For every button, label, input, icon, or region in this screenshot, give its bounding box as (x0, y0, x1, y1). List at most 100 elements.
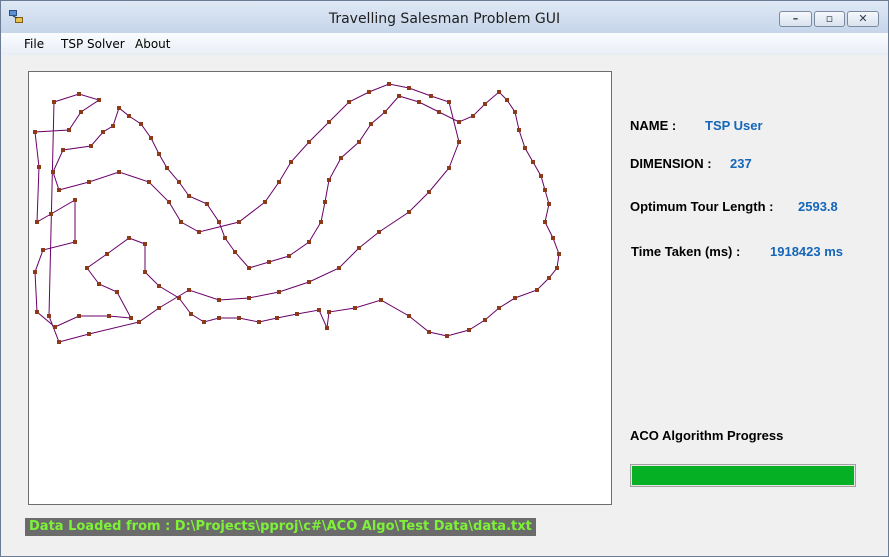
city-marker (115, 290, 119, 294)
dimension-label: DIMENSION : (630, 156, 712, 171)
city-marker (417, 100, 421, 104)
city-marker (197, 230, 201, 234)
city-marker (483, 318, 487, 322)
city-marker (37, 165, 41, 169)
city-marker (557, 252, 561, 256)
city-marker (52, 100, 56, 104)
city-marker (33, 130, 37, 134)
city-marker (189, 312, 193, 316)
city-marker (67, 128, 71, 132)
city-marker (327, 120, 331, 124)
city-marker (257, 320, 261, 324)
tour-length-label: Optimum Tour Length : (630, 199, 774, 214)
city-marker (233, 250, 237, 254)
tour-route (34, 83, 560, 343)
city-marker (157, 284, 161, 288)
city-marker (77, 92, 81, 96)
city-marker (127, 236, 131, 240)
city-marker (551, 236, 555, 240)
city-marker (111, 124, 115, 128)
city-marker (505, 98, 509, 102)
city-marker (35, 310, 39, 314)
maximize-icon: ▫ (825, 12, 834, 25)
window-title: Travelling Salesman Problem GUI (328, 11, 561, 27)
city-marker (429, 94, 433, 98)
city-marker (57, 188, 61, 192)
city-marker (149, 136, 153, 140)
title-bar[interactable]: Travelling Salesman Problem GUI – ▫ ✕ (1, 1, 888, 34)
city-marker (247, 266, 251, 270)
menu-tsp-solver[interactable]: TSP Solver (61, 37, 125, 51)
main-window: Travelling Salesman Problem GUI – ▫ ✕ Fi… (0, 0, 889, 557)
city-marker (73, 198, 77, 202)
city-marker (61, 148, 65, 152)
city-marker (177, 296, 181, 300)
city-marker (87, 332, 91, 336)
tour-canvas[interactable] (28, 71, 612, 505)
city-marker (73, 240, 77, 244)
city-marker (117, 106, 121, 110)
city-marker (307, 140, 311, 144)
city-marker (543, 188, 547, 192)
city-marker (237, 316, 241, 320)
city-marker (427, 330, 431, 334)
city-marker (555, 266, 559, 270)
close-button[interactable]: ✕ (847, 11, 879, 27)
city-marker (35, 220, 39, 224)
city-marker (327, 310, 331, 314)
city-marker (531, 160, 535, 164)
city-marker (53, 325, 57, 329)
city-marker (317, 308, 321, 312)
city-marker (187, 288, 191, 292)
city-marker (523, 146, 527, 150)
city-marker (457, 140, 461, 144)
city-marker (33, 270, 37, 274)
city-marker (287, 254, 291, 258)
city-marker (327, 178, 331, 182)
menu-file[interactable]: File (24, 37, 44, 51)
city-marker (517, 128, 521, 132)
time-taken-value: 1918423 ms (770, 244, 844, 259)
time-taken-label: Time Taken (ms) : (631, 244, 741, 259)
city-marker (497, 90, 501, 94)
city-marker (547, 202, 551, 206)
city-marker (217, 316, 221, 320)
city-marker (513, 296, 517, 300)
menu-bar: File TSP Solver About (1, 33, 888, 55)
city-marker (369, 122, 373, 126)
city-marker (237, 220, 241, 224)
city-marker (129, 316, 133, 320)
city-marker (165, 166, 169, 170)
city-marker (407, 314, 411, 318)
city-marker (513, 110, 517, 114)
city-marker (543, 220, 547, 224)
menu-about[interactable]: About (135, 37, 170, 51)
aco-progress-bar (630, 464, 856, 487)
city-marker (127, 114, 131, 118)
status-label: Data Loaded from : D:\Projects\pproj\c#\… (25, 518, 536, 536)
city-marker (117, 170, 121, 174)
city-marker (467, 328, 471, 332)
city-marker (339, 156, 343, 160)
city-marker (547, 276, 551, 280)
city-marker (325, 326, 329, 330)
city-marker (307, 240, 311, 244)
city-marker (143, 242, 147, 246)
city-marker (289, 160, 293, 164)
city-marker (137, 320, 141, 324)
city-marker (97, 98, 101, 102)
city-marker (383, 110, 387, 114)
city-marker (157, 306, 161, 310)
city-marker (535, 288, 539, 292)
dimension-value: 237 (730, 156, 752, 171)
minimize-button[interactable]: – (779, 11, 812, 27)
city-marker (217, 298, 221, 302)
maximize-button[interactable]: ▫ (814, 11, 845, 27)
city-marker (323, 200, 327, 204)
city-marker (85, 266, 89, 270)
city-marker (437, 110, 441, 114)
city-marker (275, 316, 279, 320)
city-marker (379, 298, 383, 302)
city-marker (177, 180, 181, 184)
tour-plot (33, 82, 561, 344)
